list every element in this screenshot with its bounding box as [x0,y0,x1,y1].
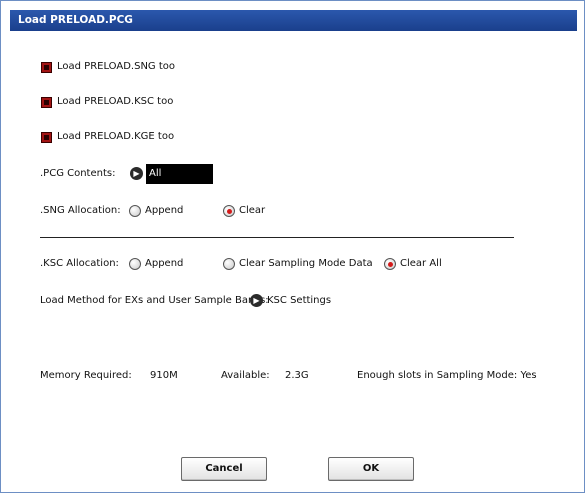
ksc-append-radio[interactable] [129,258,141,270]
ksc-settings-arrow-icon[interactable]: ▶ [250,294,263,307]
title-bar: Load PRELOAD.PCG [10,10,577,31]
memory-required-label: Memory Required: [40,370,132,381]
sng-append-label: Append [145,205,184,216]
load-kge-label: Load PRELOAD.KGE too [57,131,175,142]
load-sng-checkbox[interactable] [41,62,52,73]
available-value: 2.3G [285,370,309,381]
cancel-button[interactable]: Cancel [181,457,267,481]
ksc-append-label: Append [145,258,184,269]
ksc-clear-sampling-radio[interactable] [223,258,235,270]
section-divider [40,237,514,238]
pcg-contents-popup-button[interactable]: ▶ [130,167,143,180]
ksc-clear-all-label: Clear All [400,258,442,269]
sng-append-radio[interactable] [129,205,141,217]
ok-button[interactable]: OK [328,457,414,481]
pcg-contents-value[interactable]: All [146,164,213,184]
sampling-slots-status: Enough slots in Sampling Mode: Yes [357,370,537,381]
sng-allocation-label: .SNG Allocation: [40,205,121,216]
available-label: Available: [221,370,270,381]
ksc-settings-button[interactable]: KSC Settings [267,295,331,306]
sng-clear-radio[interactable] [223,205,235,217]
load-ksc-checkbox[interactable] [41,97,52,108]
pcg-contents-label: .PCG Contents: [40,168,116,179]
memory-required-value: 910M [150,370,178,381]
ksc-clear-all-radio[interactable] [384,258,396,270]
load-kge-checkbox[interactable] [41,132,52,143]
load-dialog: Load PRELOAD.PCG Load PRELOAD.SNG too Lo… [0,0,585,493]
ksc-allocation-label: .KSC Allocation: [40,258,119,269]
ksc-clear-sampling-label: Clear Sampling Mode Data [239,258,373,269]
load-method-label: Load Method for EXs and User Sample Bank… [40,295,269,306]
sng-clear-label: Clear [239,205,266,216]
load-sng-label: Load PRELOAD.SNG too [57,61,176,72]
dialog-title: Load PRELOAD.PCG [18,14,133,26]
load-ksc-label: Load PRELOAD.KSC too [57,96,174,107]
